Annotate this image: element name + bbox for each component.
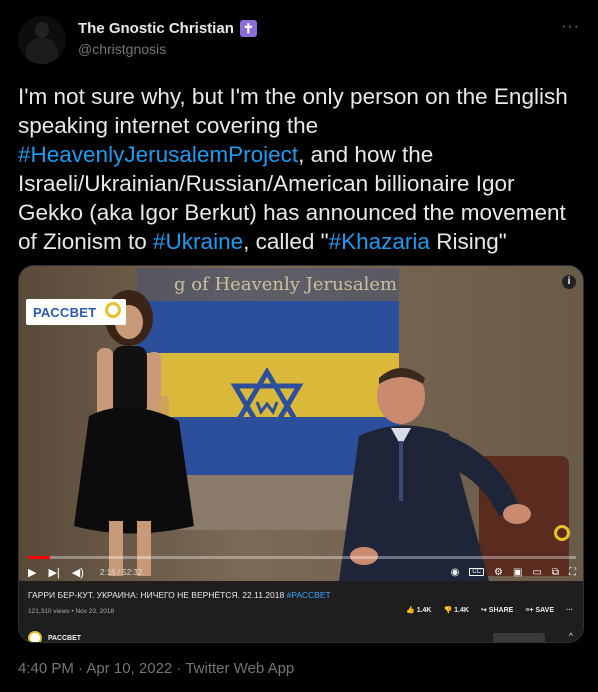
tweet-text-part: I'm not sure why, but I'm the only perso… — [18, 84, 568, 138]
author-handle[interactable]: @christgnosis — [78, 41, 166, 57]
watermark-ring-icon — [554, 525, 570, 541]
chevron-up-icon[interactable]: ^ — [569, 631, 573, 641]
volume-icon[interactable]: ◀) — [72, 566, 84, 579]
channel-logo: РАССВЕТ — [26, 299, 126, 325]
video-hashtag[interactable]: #РАССВЕТ — [287, 590, 331, 600]
captions-icon[interactable]: CC — [469, 568, 484, 576]
channel-avatar — [28, 631, 42, 642]
embedded-video-card[interactable]: g of Heavenly Jerusalem РАССВЕТ i ▶ ▶| ◀… — [18, 265, 584, 643]
video-progress-fill — [28, 556, 50, 559]
thumbs-up-icon: 👍 — [406, 607, 415, 614]
channel-name: РАССВЕТ — [48, 634, 82, 642]
like-count: 1.4K — [416, 607, 432, 614]
avatar-body — [26, 38, 58, 64]
hashtag-link[interactable]: #Ukraine — [153, 229, 243, 254]
logo-text: РАССВЕТ — [33, 304, 97, 320]
man-figure — [339, 368, 531, 581]
settings-gear-icon[interactable]: ⚙ — [494, 567, 503, 578]
like-button[interactable]: 👍 1.4K — [406, 606, 431, 614]
hashtag-link[interactable]: #Khazaria — [329, 229, 430, 254]
channel-row[interactable]: РАССВЕТ — [28, 631, 82, 642]
share-label: SHARE — [488, 607, 514, 614]
dislike-button[interactable]: 👎 1.4K — [444, 606, 469, 614]
save-label: SAVE — [535, 606, 554, 614]
avatar[interactable] — [18, 16, 66, 64]
tweet-text-part: Rising" — [429, 229, 507, 254]
autoplay-toggle-icon[interactable]: ◉ — [451, 567, 460, 578]
video-stats: 121,310 views • Nov 23, 2018 — [28, 608, 115, 615]
tweet-text-part: , called " — [243, 229, 329, 254]
subscribe-button[interactable] — [493, 633, 545, 642]
flag-text: g of Heavenly Jerusalem — [174, 274, 398, 295]
cast-icon[interactable]: ⧉ — [552, 567, 559, 578]
video-progress-bar[interactable] — [28, 556, 576, 559]
more-options-icon[interactable]: ··· — [561, 18, 580, 36]
video-frame[interactable]: g of Heavenly Jerusalem РАССВЕТ i ▶ ▶| ◀… — [19, 266, 583, 581]
video-time: 2:16 / 52:32 — [99, 567, 143, 577]
tweet-text: I'm not sure why, but I'm the only perso… — [18, 82, 584, 256]
video-more-icon[interactable]: ··· — [566, 607, 573, 614]
save-icon: ≡+ — [525, 606, 534, 614]
cross-icon: ✝ — [239, 20, 257, 37]
woman-figure — [74, 290, 194, 576]
share-button[interactable]: ↪ SHARE — [481, 606, 513, 614]
video-title[interactable]: ГАРРИ БЕР-КУТ. УКРАИНА: НИЧЕГО НЕ ВЕРНЁТ… — [28, 590, 331, 600]
video-controls: ▶ ▶| ◀) 2:16 / 52:32 ◉ CC ⚙ ▣ ▭ ⧉ ⛶ — [28, 563, 576, 581]
avatar-head — [35, 22, 49, 38]
play-icon[interactable]: ▶ — [28, 566, 36, 579]
video-meta: ГАРРИ БЕР-КУТ. УКРАИНА: НИЧЕГО НЕ ВЕРНЁТ… — [19, 581, 583, 642]
next-icon[interactable]: ▶| — [48, 566, 59, 579]
star-of-david-icon — [230, 367, 304, 445]
tweet-timestamp[interactable]: 4:40 PM · Apr 10, 2022 · Twitter Web App — [18, 660, 294, 677]
theater-mode-icon[interactable]: ▭ — [532, 567, 541, 578]
video-controls-right: ◉ CC ⚙ ▣ ▭ ⧉ ⛶ — [451, 567, 576, 578]
share-icon: ↪ — [480, 607, 487, 614]
dislike-count: 1.4K — [454, 607, 469, 614]
hashtag-link[interactable]: #HeavenlyJerusalemProject — [18, 142, 298, 167]
info-icon[interactable]: i — [562, 275, 576, 289]
video-title-text: ГАРРИ БЕР-КУТ. УКРАИНА: НИЧЕГО НЕ ВЕРНЁТ… — [28, 590, 287, 600]
video-actions: 👍 1.4K 👎 1.4K ↪ SHARE ≡+ SAVE ··· — [406, 606, 573, 615]
author-name-row: The Gnostic Christian ✝ — [78, 20, 257, 37]
thumbs-down-icon: 👎 — [443, 607, 453, 614]
logo-ring-icon — [105, 302, 121, 318]
fullscreen-icon[interactable]: ⛶ — [569, 567, 576, 578]
miniplayer-icon[interactable]: ▣ — [513, 567, 522, 578]
author-name[interactable]: The Gnostic Christian — [78, 20, 234, 37]
save-button[interactable]: ≡+ SAVE — [525, 607, 554, 614]
